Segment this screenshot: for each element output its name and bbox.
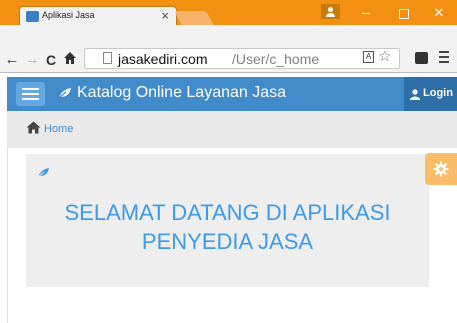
welcome-heading-line-1: SELAMAT DATANG DI APLIKASI [64, 200, 391, 225]
breadcrumb [7, 111, 457, 148]
star-icon[interactable]: ☆ [378, 48, 391, 66]
favicon-icon [26, 11, 39, 22]
welcome-heading-line-2: PENYEDIA JASA [141, 229, 314, 254]
close-window-button[interactable]: ✕ [431, 6, 447, 20]
menu-toggle-button[interactable] [16, 82, 45, 106]
browser-home-icon [64, 52, 76, 64]
maximize-button[interactable] [395, 6, 411, 20]
breadcrumb-home-link[interactable]: Home [44, 123, 73, 135]
url-host[interactable]: jasakediri.com [118, 51, 207, 67]
gear-icon [433, 161, 449, 177]
translate-icon[interactable]: A [363, 51, 374, 63]
minimize-button[interactable] [358, 6, 374, 20]
profile-icon[interactable] [321, 4, 340, 19]
home-button[interactable] [62, 51, 78, 67]
leaf-icon [58, 88, 71, 99]
user-icon [410, 89, 420, 100]
toolbar-divider [0, 72, 457, 73]
content-border [7, 148, 8, 323]
extension-icon[interactable] [415, 52, 428, 64]
browser-menu-icon[interactable] [439, 51, 449, 63]
site-brand[interactable]: Katalog Online Layanan Jasa [77, 84, 286, 102]
tab-title: Aplikasi Jasa [42, 10, 95, 20]
tab-close-icon[interactable]: × [161, 8, 169, 24]
forward-button[interactable]: → [24, 52, 40, 68]
login-label[interactable]: Login [423, 87, 453, 99]
reload-button[interactable]: C [43, 52, 59, 68]
back-button[interactable]: ← [4, 52, 20, 68]
new-tab-button[interactable] [174, 11, 214, 25]
url-path[interactable]: /User/c_home [232, 51, 319, 67]
home-icon [26, 121, 41, 134]
page-icon [103, 52, 112, 64]
browser-tab[interactable]: Aplikasi Jasa × [19, 6, 177, 26]
leaf-icon [37, 168, 49, 178]
